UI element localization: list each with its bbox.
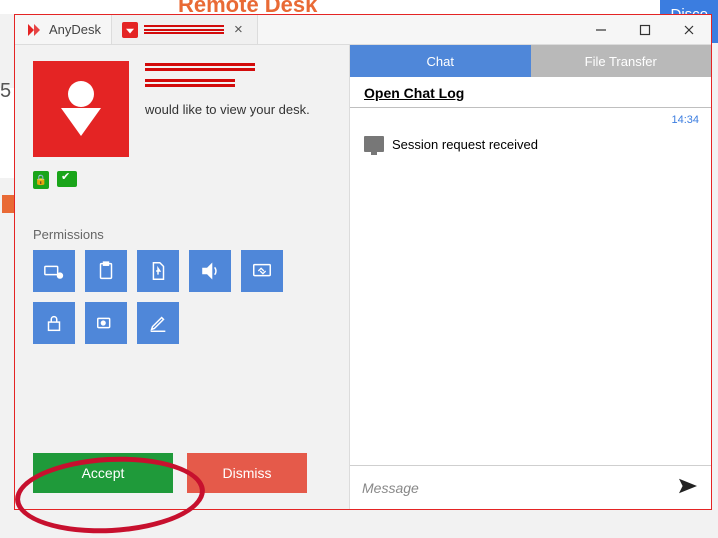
chat-event-text: Session request received	[392, 137, 538, 152]
tab-chat[interactable]: Chat	[350, 45, 531, 77]
keyboard-mouse-icon[interactable]	[33, 250, 75, 292]
message-input[interactable]: Message	[350, 465, 711, 509]
window-close-button[interactable]	[667, 15, 711, 44]
record-icon[interactable]	[85, 302, 127, 344]
chat-body: 14:34 Session request received	[350, 108, 711, 465]
window-minimize-button[interactable]	[579, 15, 623, 44]
lock-status-icon: 🔒	[33, 171, 49, 189]
titlebar: AnyDesk ×	[15, 15, 711, 45]
monitor-status-icon	[57, 171, 77, 187]
message-placeholder: Message	[362, 480, 419, 496]
request-pane: would like to view your desk. 🔒 Permissi…	[15, 45, 349, 509]
session-tab-icon	[122, 22, 138, 38]
request-message: would like to view your desk.	[145, 102, 310, 117]
open-chat-log-link[interactable]: Open Chat Log	[350, 77, 711, 108]
monitor-icon	[364, 136, 384, 152]
tab-anydesk[interactable]: AnyDesk	[15, 15, 112, 44]
requester-avatar	[33, 61, 129, 157]
dismiss-button[interactable]: Dismiss	[187, 453, 307, 493]
clipboard-icon[interactable]	[85, 250, 127, 292]
requester-id-redacted	[145, 84, 235, 87]
status-icons: 🔒	[33, 171, 331, 189]
session-tab-label-redacted	[144, 29, 224, 31]
window-maximize-button[interactable]	[623, 15, 667, 44]
tab-anydesk-label: AnyDesk	[49, 22, 101, 37]
permissions-label: Permissions	[33, 227, 331, 242]
permissions-grid	[33, 250, 293, 344]
anydesk-logo-icon	[25, 21, 43, 39]
tab-session[interactable]: ×	[112, 15, 258, 44]
audio-icon[interactable]	[189, 250, 231, 292]
chat-timestamp: 14:34	[671, 114, 699, 126]
anydesk-window: AnyDesk ×	[14, 14, 712, 510]
screen-icon[interactable]	[241, 250, 283, 292]
bg-left-number: 5	[0, 80, 11, 103]
close-tab-icon[interactable]: ×	[230, 21, 247, 38]
send-icon[interactable]	[677, 477, 699, 498]
chat-pane: Chat File Transfer Open Chat Log 14:34 S…	[349, 45, 711, 509]
requester-name-redacted	[145, 68, 255, 71]
tab-file-transfer[interactable]: File Transfer	[531, 45, 712, 77]
lock-icon[interactable]	[33, 302, 75, 344]
draw-icon[interactable]	[137, 302, 179, 344]
file-icon[interactable]	[137, 250, 179, 292]
accept-button[interactable]: Accept	[33, 453, 173, 493]
